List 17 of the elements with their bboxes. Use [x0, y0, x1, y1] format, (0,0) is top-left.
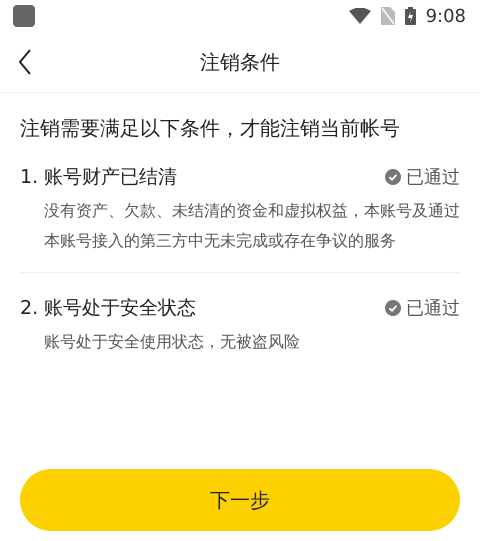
condition-description: 账号处于安全使用状态，无被盗风险: [43, 331, 301, 353]
battery-icon: [404, 7, 416, 25]
intro-text: 注销需要满足以下条件，才能注销当前帐号: [20, 115, 401, 142]
condition-title: 1. 账号财产已结清: [20, 165, 178, 190]
condition-title: 2. 账号处于安全状态: [20, 296, 196, 321]
next-button[interactable]: 下一步: [20, 469, 460, 531]
back-icon[interactable]: [18, 49, 32, 75]
check-icon: [385, 300, 401, 316]
check-icon: [385, 169, 401, 185]
status-label: 已通过: [406, 166, 460, 189]
page-title: 注销条件: [200, 48, 280, 76]
notification-icon: [13, 5, 35, 27]
condition-description: 没有资产、欠款、未结清的资金和虚拟权益，本账号及通过本账号接入的第三方中无未完成或存在争议的服务: [43, 200, 460, 252]
status-time: 9:08: [426, 6, 466, 26]
wifi-icon: [348, 8, 371, 24]
status-label: 已通过: [406, 297, 460, 320]
no-sim-icon: [380, 7, 395, 25]
